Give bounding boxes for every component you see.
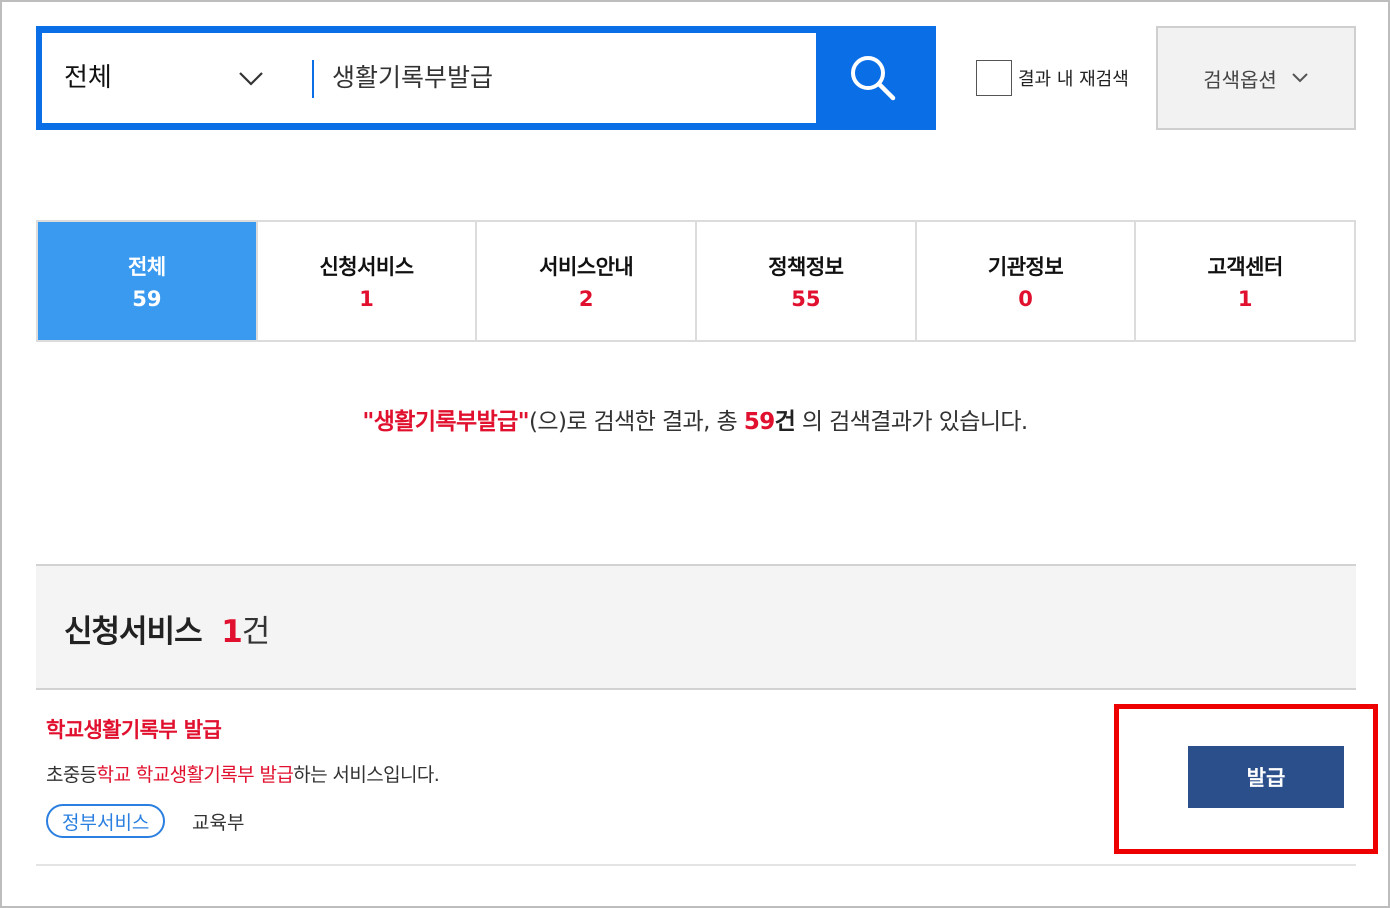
search-input[interactable]: 생활기록부발급 xyxy=(332,33,493,123)
tab-all[interactable]: 전체 59 xyxy=(38,222,258,340)
search-button[interactable] xyxy=(816,33,930,123)
tab-count: 1 xyxy=(359,287,374,311)
tab-label: 고객센터 xyxy=(1207,255,1284,279)
tab-label: 서비스안내 xyxy=(539,255,634,279)
search-options-button[interactable]: 검색옵션 xyxy=(1156,26,1356,130)
tab-label: 신청서비스 xyxy=(319,255,414,279)
tab-policy-info[interactable]: 정책정보 55 xyxy=(697,222,917,340)
summary-text-end: 의 검색결과가 있습니다. xyxy=(795,409,1028,435)
search-icon xyxy=(851,56,896,101)
chevron-down-icon[interactable] xyxy=(238,65,264,91)
search-field-container: 전체 생활기록부발급 xyxy=(42,33,816,123)
tab-count: 59 xyxy=(132,287,162,311)
tab-count: 0 xyxy=(1018,287,1033,311)
result-description: 초중등학교 학교생활기록부 발급하는 서비스입니다. xyxy=(46,760,440,787)
agency-name: 교육부 xyxy=(192,812,245,834)
tab-customer-center[interactable]: 고객센터 1 xyxy=(1136,222,1355,340)
section-title: 신청서비스 1건 xyxy=(64,606,271,651)
section-count: 1 xyxy=(221,614,243,650)
summary-total: 59 xyxy=(743,409,775,435)
tab-label: 전체 xyxy=(128,255,166,279)
summary-text: (으)로 검색한 결과, 총 xyxy=(529,409,744,435)
category-tag: 정부서비스 xyxy=(46,804,166,838)
desc-suffix: 하는 서비스입니다. xyxy=(293,764,440,786)
refine-search-toggle[interactable]: 결과 내 재검색 xyxy=(976,60,1129,96)
category-tabs: 전체 59 신청서비스 1 서비스안내 2 정책정보 55 기관정보 0 고객센… xyxy=(36,220,1356,342)
search-options-label: 검색옵션 xyxy=(1203,67,1277,92)
search-bar: 전체 생활기록부발급 xyxy=(36,26,936,130)
refine-search-label: 결과 내 재검색 xyxy=(1018,69,1129,90)
tab-label: 기관정보 xyxy=(987,255,1064,279)
section-header: 신청서비스 1건 xyxy=(36,564,1356,690)
search-divider xyxy=(312,60,314,98)
tab-application-service[interactable]: 신청서비스 1 xyxy=(257,222,478,340)
tab-count: 55 xyxy=(791,287,821,311)
section-unit: 건 xyxy=(241,614,271,650)
search-scope-select[interactable]: 전체 xyxy=(64,33,112,123)
results-summary: "생활기록부발급"(으)로 검색한 결과, 총 59건 의 검색결과가 있습니다… xyxy=(0,402,1390,436)
tab-count: 2 xyxy=(578,287,594,311)
tab-count: 1 xyxy=(1237,287,1253,311)
summary-unit: 건 xyxy=(774,409,796,435)
result-title-link[interactable]: 학교생활기록부 발급 xyxy=(46,714,222,744)
section-title-label: 신청서비스 xyxy=(64,614,203,650)
chevron-down-icon xyxy=(1292,73,1308,83)
tab-agency-info[interactable]: 기관정보 0 xyxy=(916,222,1137,340)
desc-highlight: 학교생활기록부 발급 xyxy=(135,764,294,786)
summary-query: "생활기록부발급" xyxy=(362,409,530,435)
tab-label: 정책정보 xyxy=(768,255,844,279)
tab-service-guide[interactable]: 서비스안내 2 xyxy=(477,222,698,340)
desc-highlight: 학교 xyxy=(96,764,131,786)
issue-button[interactable]: 발급 xyxy=(1188,746,1344,808)
desc-prefix: 초중등 xyxy=(46,764,97,786)
refine-search-checkbox[interactable] xyxy=(976,60,1012,96)
